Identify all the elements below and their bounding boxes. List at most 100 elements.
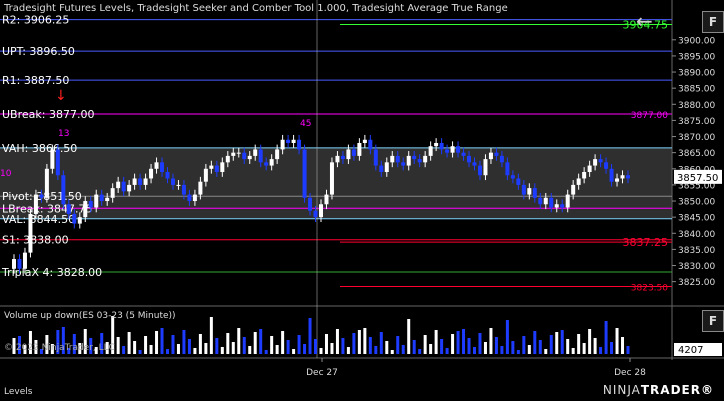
candle-body [368,139,373,150]
candle-body [604,162,609,169]
volume-bar [527,345,531,354]
candle-body [593,159,598,166]
volume-bar [500,346,504,354]
volume-bar [357,330,361,354]
indicator-header: Tradesight Futures Levels, Tradesight Se… [4,3,508,14]
target-label: 3837.25 [623,236,669,249]
price-tick-label: 3890.00 [678,69,715,79]
volume-bar [149,345,153,354]
volume-panel-title: Volume up down(ES 03-23 (5 Minute)) [4,311,176,321]
volume-bar [215,338,219,354]
collapse-button-top[interactable]: F [702,11,724,33]
volume-bar [615,328,619,354]
volume-bar [187,339,191,354]
volume-bar [319,348,323,354]
candle-body [247,155,252,160]
level-label: R1: 3887.50 [2,74,69,87]
candle-body [417,159,422,163]
candle-body [132,178,137,185]
candle-body [55,149,60,176]
candle-body [483,159,488,176]
candle-body [423,155,428,163]
candle-body [527,188,532,195]
candle-body [373,149,378,166]
current-price-label: 3857.50 [677,173,718,184]
volume-bar [374,346,378,354]
volume-bar [401,345,405,354]
candle-body [22,252,27,269]
tab-levels[interactable]: Levels [4,387,32,397]
collapse-button-volume[interactable]: F [702,310,724,332]
candle-body [434,142,439,147]
volume-bar [483,342,487,354]
candle-body [609,168,614,182]
candle-body [138,178,143,185]
price-tick-label: 3875.00 [678,117,715,127]
volume-bar [176,344,180,354]
volume-bar [138,350,142,354]
volume-bar [209,317,213,354]
price-tick-label: 3850.00 [678,198,715,208]
candle-body [340,155,345,160]
candle-body [401,162,406,166]
level-label: UBreak: 3877.00 [2,108,94,121]
volume-bar [204,343,208,354]
chart-canvas: R2: 3906.25 UPT: 3896.50 R1: 3887.50 UBreak… [0,0,724,378]
candle-body [357,142,362,156]
candle-body [324,194,329,205]
candle-body [395,155,400,163]
volume-bar [407,319,411,354]
volume-bar [237,328,241,354]
volume-bar [396,336,400,354]
volume-bar [390,350,394,354]
candle-body [494,152,499,156]
candle-body [620,175,625,179]
candle-body [346,149,351,160]
candle-body [231,152,236,156]
candle-body [467,155,472,163]
candle-body [12,259,16,269]
candle-body [160,162,165,173]
candle-body [121,181,126,192]
price-tick-label: 3900.00 [678,36,715,46]
candle-body [439,142,444,150]
candle-body [28,213,33,253]
candle-body [50,149,55,169]
candle-body [220,162,225,173]
volume-bar [155,331,159,354]
candle-body [203,168,208,182]
candle-body [66,204,71,214]
candle-body [571,184,576,195]
volume-bar [566,339,570,354]
candle-body [445,149,450,153]
volume-bar [549,335,553,354]
back-arrow-icon[interactable]: ← [636,9,653,33]
volume-bar [434,330,438,354]
level-label: R2: 3906.25 [2,14,69,27]
volume-bar [577,334,581,354]
volume-bar [423,335,427,354]
volume-bar [259,329,263,354]
candle-body [116,181,121,189]
volume-bar [385,341,389,354]
volume-bar [516,350,520,354]
level-label: TriplaX 4: 3828.00 [1,266,102,279]
candle-body [105,197,110,202]
candle-body [192,194,197,202]
candle-body [242,152,247,160]
volume-bar [544,349,548,354]
candle-body [280,139,285,150]
candle-body [329,162,334,195]
volume-bar [462,329,466,354]
volume-bar [560,330,564,354]
volume-bar [292,349,296,354]
candle-body [269,159,274,166]
volume-bar [314,339,318,354]
target-label: 3823.50 [631,283,668,293]
candle-body [61,175,66,205]
volume-bar [220,347,224,354]
price-tick-label: 3825.00 [678,278,715,288]
candle-body [582,172,587,179]
level-label: S1: 3838.00 [2,234,69,247]
candle-body [549,197,554,208]
